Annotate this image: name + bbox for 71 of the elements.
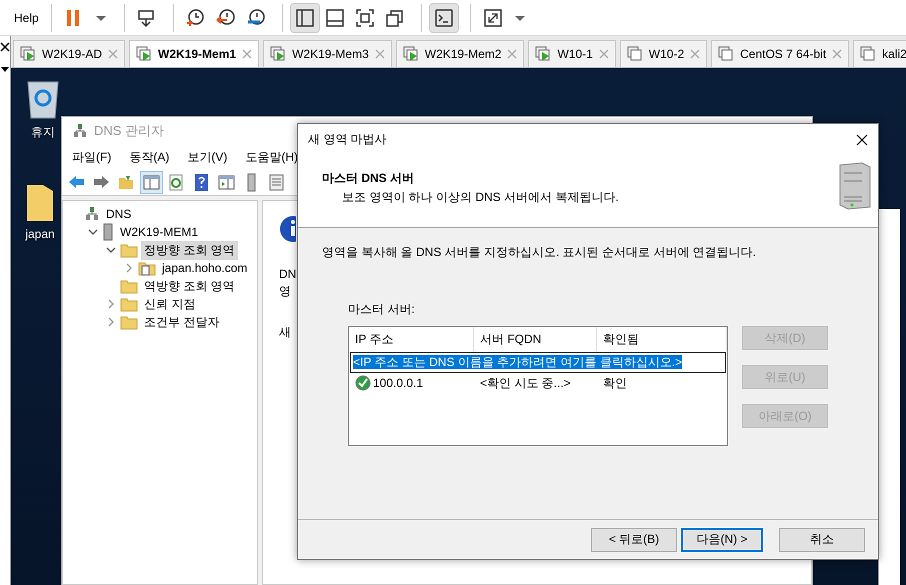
list-label: 마스터 서버: <box>348 301 416 318</box>
menu-item[interactable]: 보기(V) <box>187 148 228 166</box>
vm-icon <box>718 46 734 62</box>
menu-item[interactable]: 도움말(H) <box>245 148 298 166</box>
panel-icon[interactable] <box>324 6 346 28</box>
vm-running-icon <box>136 46 152 62</box>
zone-icon <box>138 260 156 276</box>
add-server-field[interactable]: <IP 주소 또는 DNS 이름을 추가하려면 여기를 클릭하십시오.> <box>350 352 726 373</box>
vm-tab[interactable]: CentOS 7 64-bit <box>711 40 850 67</box>
folder-icon <box>25 183 55 223</box>
caret-icon[interactable] <box>0 64 10 74</box>
dns-icon <box>72 123 88 139</box>
check-icon <box>355 375 371 391</box>
pane-text: 영 <box>279 283 291 300</box>
vm-icon <box>860 46 876 62</box>
column-header[interactable]: 확인됨 <box>597 327 727 351</box>
vm-running-icon <box>402 46 419 62</box>
close-icon[interactable] <box>856 134 868 146</box>
vm-tab[interactable]: W2K19-AD <box>13 40 126 67</box>
pane-text: 새 <box>279 324 291 341</box>
folder-icon <box>120 242 138 258</box>
folder-icon <box>120 296 138 312</box>
table-cell-text: 확인 <box>602 374 628 392</box>
vm-tab[interactable]: W10-2 <box>620 40 708 67</box>
tree-pane-icon[interactable] <box>142 172 161 192</box>
folder-icon <box>120 314 138 330</box>
window-title: DNS 관리자 <box>94 122 164 140</box>
dns-icon <box>84 206 100 222</box>
desktop-icon-label: 휴지 <box>31 124 55 141</box>
dialog-button[interactable]: 취소 <box>779 528 865 552</box>
vm-tab[interactable]: kali2 <box>853 40 906 67</box>
instruction-text: 영역을 복사해 올 DNS 서버를 지정하십시오. 표시된 순서대로 서버에 연결됩니다. <box>322 244 758 261</box>
tree-item[interactable]: 정방향 조회 영역 <box>141 240 238 260</box>
vm-running-icon <box>270 46 286 62</box>
table-cell: 100.0.0.1 <box>373 376 424 390</box>
tree-item[interactable]: W2K19-MEM1 <box>117 224 202 240</box>
vm-tab[interactable]: W10-1 <box>528 40 616 67</box>
column-header[interactable]: 서버 FQDN <box>474 327 597 351</box>
list-icon[interactable] <box>267 172 286 192</box>
tree-item[interactable]: 역방향 조회 영역 <box>141 276 238 296</box>
server-icon <box>102 223 114 241</box>
desktop-icon-label: japan <box>25 227 55 241</box>
tree-item[interactable]: 신뢰 지점 <box>141 294 198 314</box>
tree-item[interactable]: japan.hoho.com <box>159 260 250 276</box>
menu-item[interactable]: 파일(F) <box>72 148 112 166</box>
folder-icon <box>120 278 138 294</box>
help-icon[interactable] <box>192 172 211 192</box>
vm-icon <box>626 46 643 62</box>
vm-running-icon <box>20 46 36 62</box>
fullscreen-icon[interactable] <box>354 6 376 28</box>
console-icon[interactable] <box>432 6 455 28</box>
page-heading: 마스터 DNS 서버 <box>322 170 416 187</box>
sidebar-icon[interactable] <box>294 6 316 28</box>
vm-tab[interactable]: W2K19-Mem2 <box>396 40 524 67</box>
tree-item[interactable]: DNS <box>103 206 134 222</box>
table-cell-text: <확인 시도 중...> <box>479 374 572 392</box>
vm-tab[interactable]: W2K19-Mem3 <box>263 40 392 67</box>
dialog-button[interactable]: < 뒤로(B) <box>591 528 677 552</box>
menu-item[interactable]: 동작(A) <box>129 148 170 166</box>
column-header[interactable]: IP 주소 <box>349 327 474 351</box>
dialog-title: 새 영역 마법사 <box>308 131 387 148</box>
tree-item[interactable]: 조건부 전달자 <box>141 312 222 332</box>
action-pane-icon[interactable] <box>217 172 236 192</box>
help-menu[interactable]: Help <box>14 10 39 24</box>
dialog-button[interactable]: 다음(N) > <box>681 528 763 552</box>
vm-running-icon <box>535 46 552 62</box>
expand-icon[interactable] <box>482 6 504 28</box>
page-subheading: 보조 영역이 하나 이상의 DNS 서버에서 복제됩니다. <box>341 189 619 206</box>
close-icon[interactable] <box>0 42 10 52</box>
vm-tab[interactable]: W2K19-Mem1 <box>129 40 260 67</box>
pane-text: DN <box>279 267 296 281</box>
